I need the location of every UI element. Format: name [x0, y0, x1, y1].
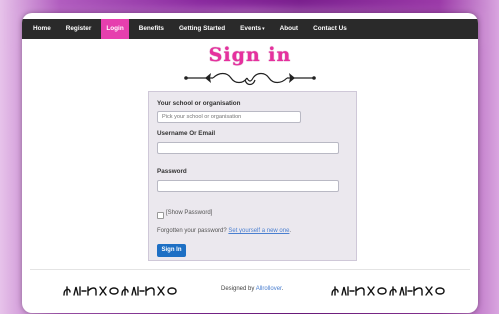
designed-by-suffix: .: [281, 286, 284, 292]
footer-ornament-right-icon: [331, 286, 445, 296]
sign-in-form: Your school or organisation Username Or …: [148, 91, 357, 261]
username-input[interactable]: [157, 142, 339, 154]
reset-password-link[interactable]: Set yourself a new one: [228, 228, 289, 234]
nav-events[interactable]: Events▾: [238, 19, 266, 39]
password-label: Password: [157, 168, 187, 175]
sign-in-button[interactable]: Sign In: [157, 244, 186, 257]
footer-ornament-left-icon: [63, 286, 177, 296]
school-label: Your school or organisation: [157, 100, 241, 107]
nav-home[interactable]: Home: [31, 19, 53, 39]
forgot-password-text: Forgotten your password? Set yourself a …: [157, 228, 291, 234]
nav-login[interactable]: Login: [101, 19, 129, 39]
forgot-password-prompt: Forgotten your password?: [157, 228, 227, 234]
page-title: Sign in: [208, 44, 292, 66]
password-input[interactable]: [157, 180, 339, 192]
top-navbar: Home Register Login Benefits Getting Sta…: [22, 19, 478, 39]
nav-events-label: Events: [240, 25, 262, 32]
ornamental-divider-icon: [184, 72, 316, 86]
designed-by-text: Designed by: [221, 286, 255, 292]
nav-register[interactable]: Register: [64, 19, 94, 39]
caret-down-icon: ▾: [262, 26, 265, 32]
nav-getting-started[interactable]: Getting Started: [177, 19, 227, 39]
show-password-label[interactable]: [Show Password]: [166, 210, 212, 216]
designer-link[interactable]: Allrollover: [256, 286, 282, 292]
nav-contact-us[interactable]: Contact Us: [311, 19, 349, 39]
username-label: Username Or Email: [157, 130, 216, 137]
forgot-password-suffix: .: [289, 228, 292, 234]
nav-benefits[interactable]: Benefits: [137, 19, 166, 39]
page-frame: Home Register Login Benefits Getting Sta…: [22, 13, 478, 313]
designed-by-credit: Designed by Allrollover.: [221, 286, 283, 292]
show-password-checkbox[interactable]: [157, 212, 164, 219]
nav-about[interactable]: About: [278, 19, 300, 39]
school-input[interactable]: [157, 111, 301, 123]
footer-divider: [30, 269, 470, 270]
